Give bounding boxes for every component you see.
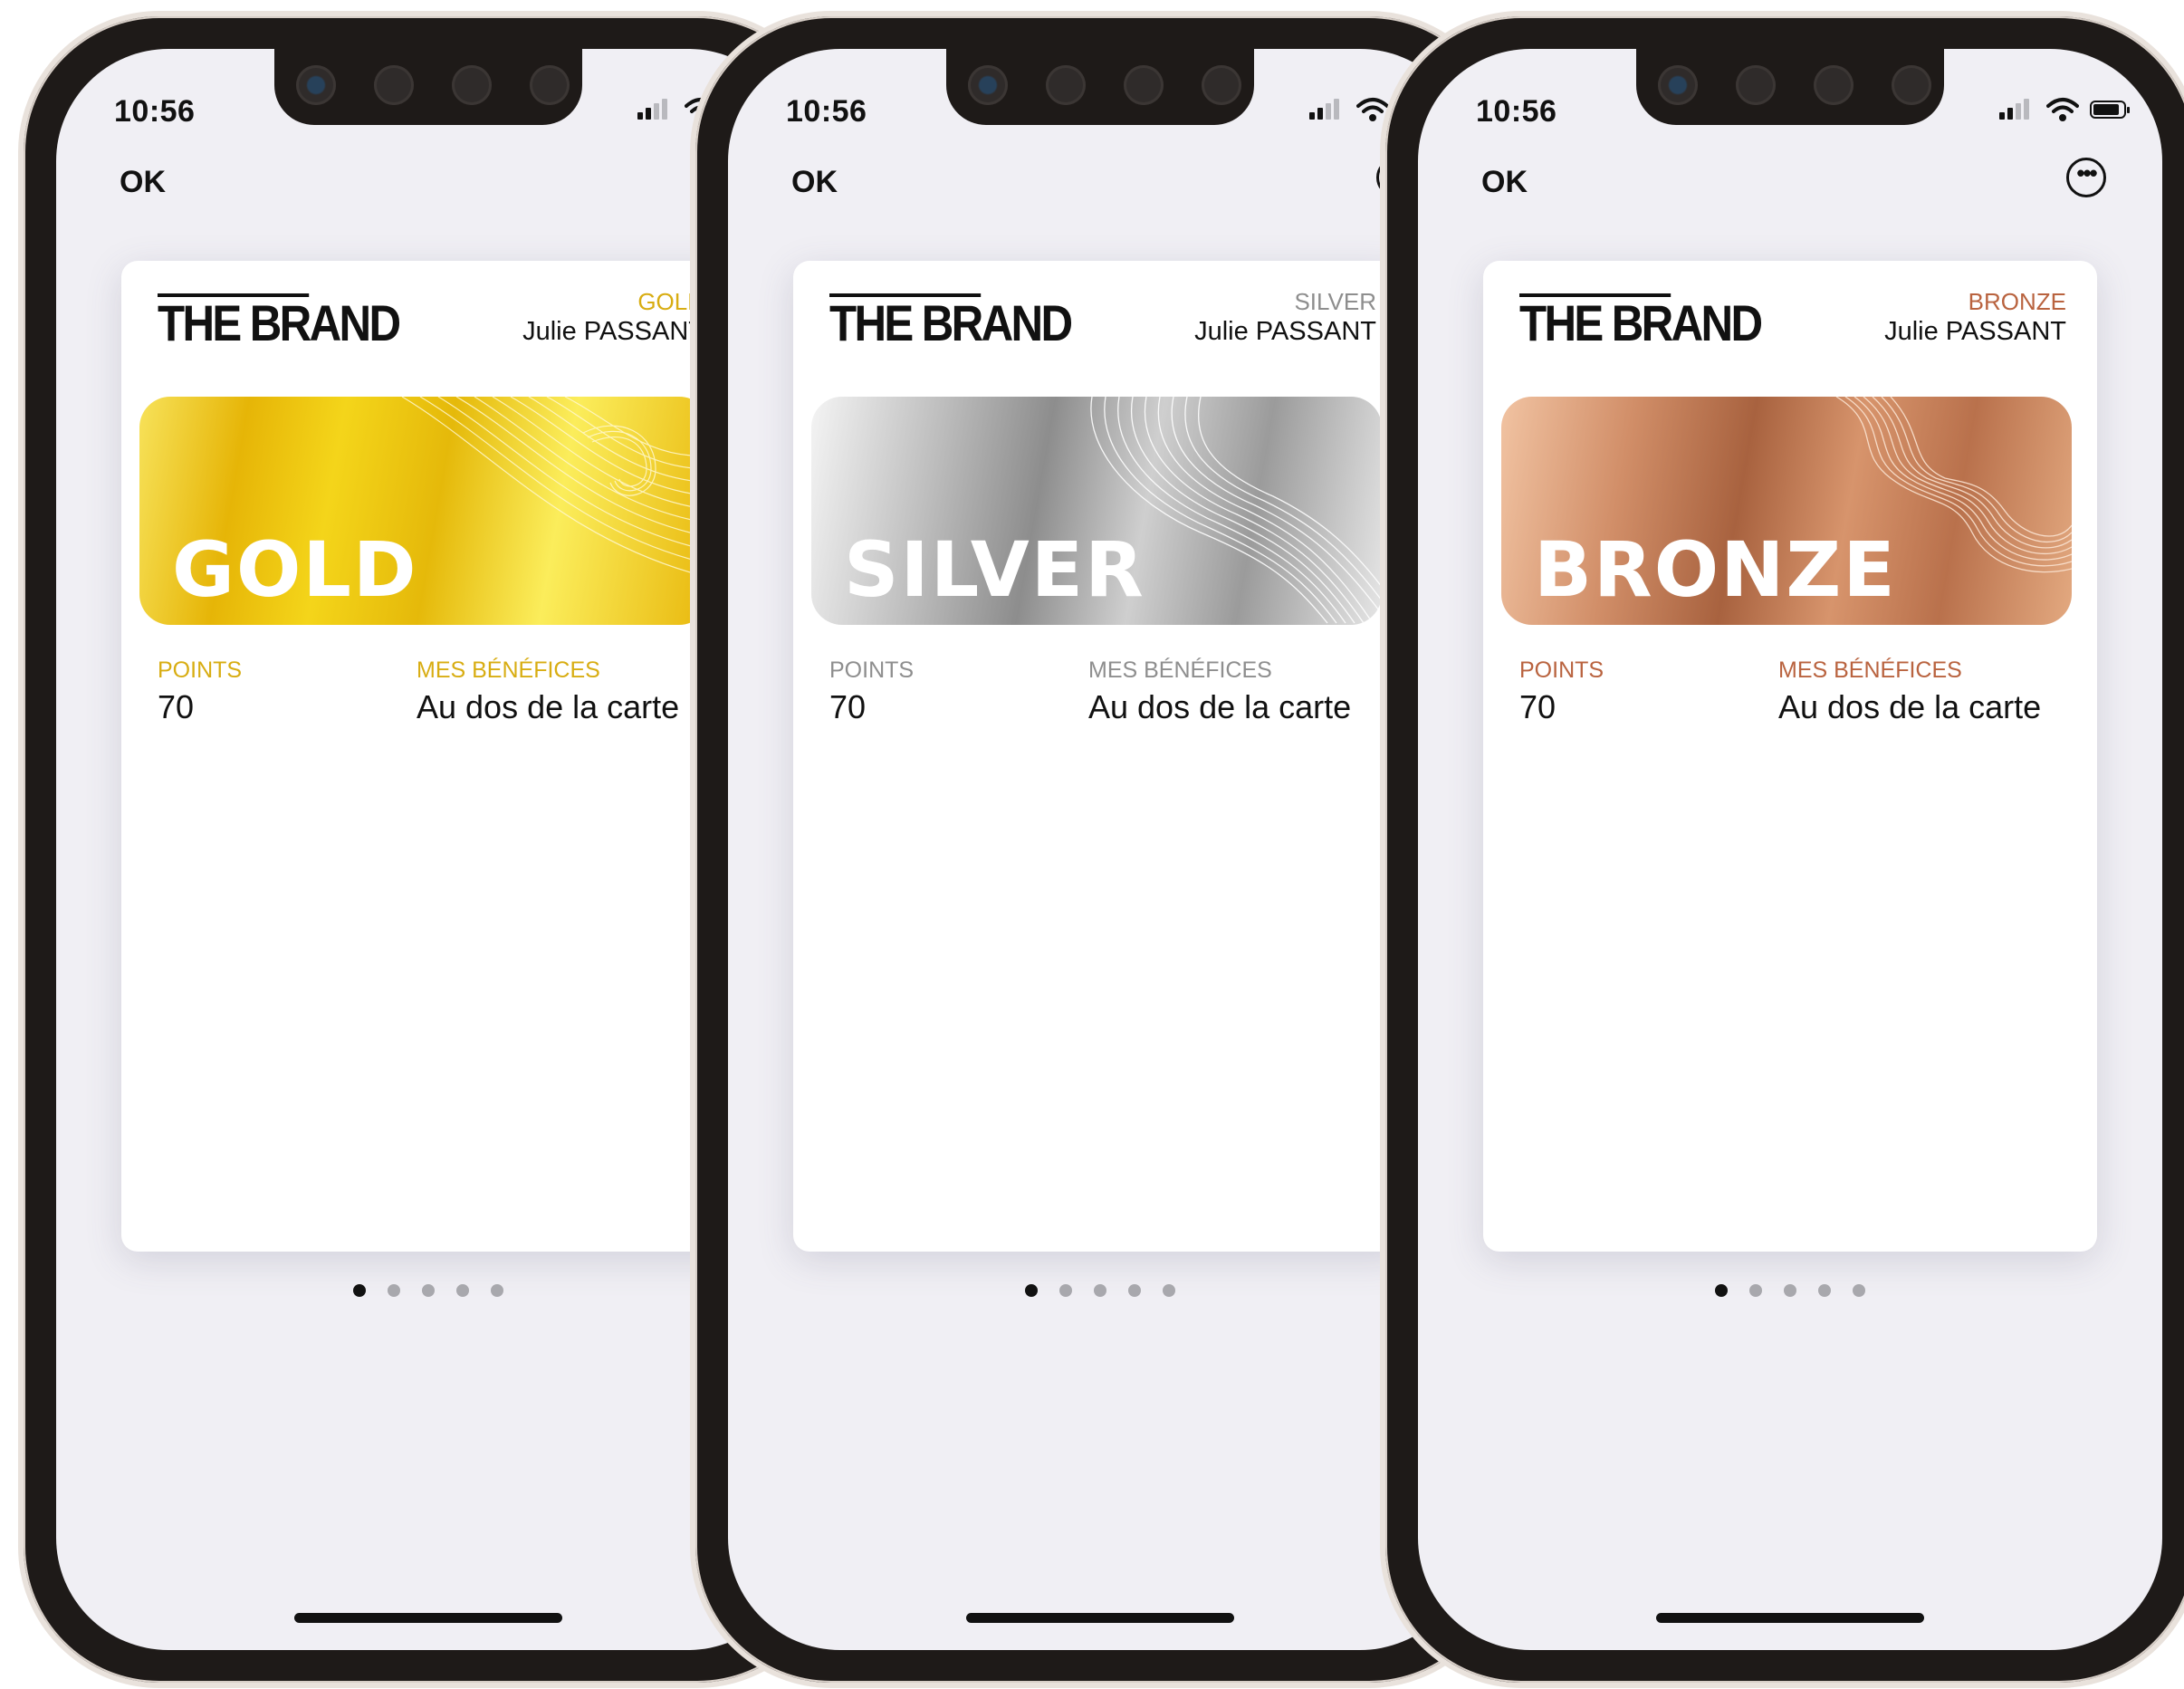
benefits-value: Au dos de la carte bbox=[1778, 688, 2042, 725]
signal-bar-icon bbox=[654, 103, 659, 120]
signal-bar-icon bbox=[637, 112, 643, 120]
points-value: 70 bbox=[158, 688, 195, 725]
points-value: 70 bbox=[829, 688, 867, 725]
page-dot[interactable] bbox=[1715, 1284, 1728, 1297]
home-indicator[interactable] bbox=[966, 1613, 1234, 1623]
home-indicator[interactable] bbox=[294, 1613, 562, 1623]
holder-name: Julie PASSANT bbox=[522, 317, 704, 346]
camera-icon bbox=[296, 65, 336, 105]
battery-icon bbox=[2090, 101, 2130, 119]
ok-button[interactable]: OK bbox=[1481, 165, 1528, 200]
brand-logo: THE BRAND bbox=[829, 293, 1073, 351]
page-dot[interactable] bbox=[456, 1284, 469, 1297]
home-indicator[interactable] bbox=[1656, 1613, 1924, 1623]
sensor-icon bbox=[1202, 65, 1241, 105]
tier-label: BRONZE bbox=[1968, 288, 2066, 315]
page-indicator[interactable] bbox=[728, 1284, 1472, 1297]
holder-name: Julie PASSANT bbox=[1884, 317, 2066, 346]
tier-banner-gold: GOLD bbox=[139, 397, 710, 625]
wallet-screen: 10:56 OK ••• THE BRAND BRONZE Julie PASS… bbox=[1418, 49, 2162, 1650]
page-dot[interactable] bbox=[1749, 1284, 1762, 1297]
banner-title: GOLD bbox=[172, 525, 418, 614]
sensor-icon bbox=[1892, 65, 1931, 105]
sensor-icon bbox=[374, 65, 414, 105]
loyalty-pass-card[interactable]: THE BRAND GOLD Julie PASSANT GOLD POINTS… bbox=[121, 261, 735, 1252]
signal-bar-icon bbox=[1334, 99, 1339, 120]
wave-pattern bbox=[401, 397, 710, 579]
sensor-icon bbox=[1736, 65, 1776, 105]
page-dot[interactable] bbox=[1059, 1284, 1072, 1297]
wallet-screen: 10:56 OK ••• THE BRAND SILVER Julie PASS… bbox=[728, 49, 1472, 1650]
brand-logo: THE BRAND bbox=[1519, 293, 1763, 351]
notch bbox=[946, 49, 1254, 125]
tier-banner-bronze: BRONZE bbox=[1501, 397, 2072, 625]
ok-button[interactable]: OK bbox=[120, 165, 166, 200]
page-dot[interactable] bbox=[1818, 1284, 1831, 1297]
page-dot[interactable] bbox=[1094, 1284, 1106, 1297]
page-dot[interactable] bbox=[1025, 1284, 1038, 1297]
holder-name: Julie PASSANT bbox=[1194, 317, 1376, 346]
benefits-value: Au dos de la carte bbox=[417, 688, 680, 725]
sensor-icon bbox=[530, 65, 570, 105]
mockup-stage: 10:56 OK ••• THE BRAND GOLD Julie PASSAN… bbox=[0, 0, 2184, 1689]
banner-title: BRONZE bbox=[1534, 525, 1897, 614]
camera-icon bbox=[1658, 65, 1698, 105]
page-indicator[interactable] bbox=[56, 1284, 800, 1297]
page-dot[interactable] bbox=[1853, 1284, 1865, 1297]
page-indicator[interactable] bbox=[1418, 1284, 2162, 1297]
signal-bar-icon bbox=[2016, 103, 2021, 120]
wifi-icon bbox=[2046, 98, 2079, 121]
notch bbox=[274, 49, 582, 125]
benefits-label: MES BÉNÉFICES bbox=[1778, 657, 1962, 683]
benefits-value: Au dos de la carte bbox=[1088, 688, 1352, 725]
status-time: 10:56 bbox=[786, 94, 867, 129]
page-dot[interactable] bbox=[353, 1284, 366, 1297]
status-time: 10:56 bbox=[1476, 94, 1557, 129]
points-label: POINTS bbox=[1519, 657, 1604, 683]
page-dot[interactable] bbox=[388, 1284, 400, 1297]
signal-bar-icon bbox=[1309, 112, 1315, 120]
banner-title: SILVER bbox=[844, 525, 1145, 614]
page-dot[interactable] bbox=[491, 1284, 503, 1297]
signal-bar-icon bbox=[2024, 99, 2029, 120]
points-label: POINTS bbox=[158, 657, 243, 683]
status-icons bbox=[1999, 96, 2130, 123]
wallet-screen: 10:56 OK ••• THE BRAND GOLD Julie PASSAN… bbox=[56, 49, 800, 1650]
phone-bronze: 10:56 OK ••• THE BRAND BRONZE Julie PASS… bbox=[1380, 11, 2184, 1688]
signal-bar-icon bbox=[1326, 103, 1331, 120]
loyalty-pass-card[interactable]: THE BRAND BRONZE Julie PASSANT BRONZE PO… bbox=[1483, 261, 2097, 1252]
benefits-label: MES BÉNÉFICES bbox=[1088, 657, 1272, 683]
signal-bar-icon bbox=[1317, 108, 1323, 120]
page-dot[interactable] bbox=[1163, 1284, 1175, 1297]
notch bbox=[1636, 49, 1944, 125]
loyalty-pass-card[interactable]: THE BRAND SILVER Julie PASSANT SILVER PO… bbox=[793, 261, 1407, 1252]
camera-icon bbox=[968, 65, 1008, 105]
signal-bar-icon bbox=[2007, 108, 2013, 120]
page-dot[interactable] bbox=[1128, 1284, 1141, 1297]
page-dot[interactable] bbox=[422, 1284, 435, 1297]
benefits-label: MES BÉNÉFICES bbox=[417, 657, 600, 683]
signal-bar-icon bbox=[662, 99, 667, 120]
sensor-icon bbox=[1124, 65, 1164, 105]
tier-label: SILVER bbox=[1294, 288, 1376, 315]
sensor-icon bbox=[452, 65, 492, 105]
brand-logo: THE BRAND bbox=[158, 293, 401, 351]
signal-bar-icon bbox=[1999, 112, 2005, 120]
sensor-icon bbox=[1046, 65, 1086, 105]
sensor-icon bbox=[1814, 65, 1854, 105]
ok-button[interactable]: OK bbox=[791, 165, 838, 200]
ellipsis-circle-icon[interactable]: ••• bbox=[2066, 158, 2106, 197]
tier-banner-silver: SILVER bbox=[811, 397, 1382, 625]
points-value: 70 bbox=[1519, 688, 1557, 725]
page-dot[interactable] bbox=[1784, 1284, 1796, 1297]
points-label: POINTS bbox=[829, 657, 915, 683]
signal-bar-icon bbox=[646, 108, 651, 120]
status-time: 10:56 bbox=[114, 94, 196, 129]
